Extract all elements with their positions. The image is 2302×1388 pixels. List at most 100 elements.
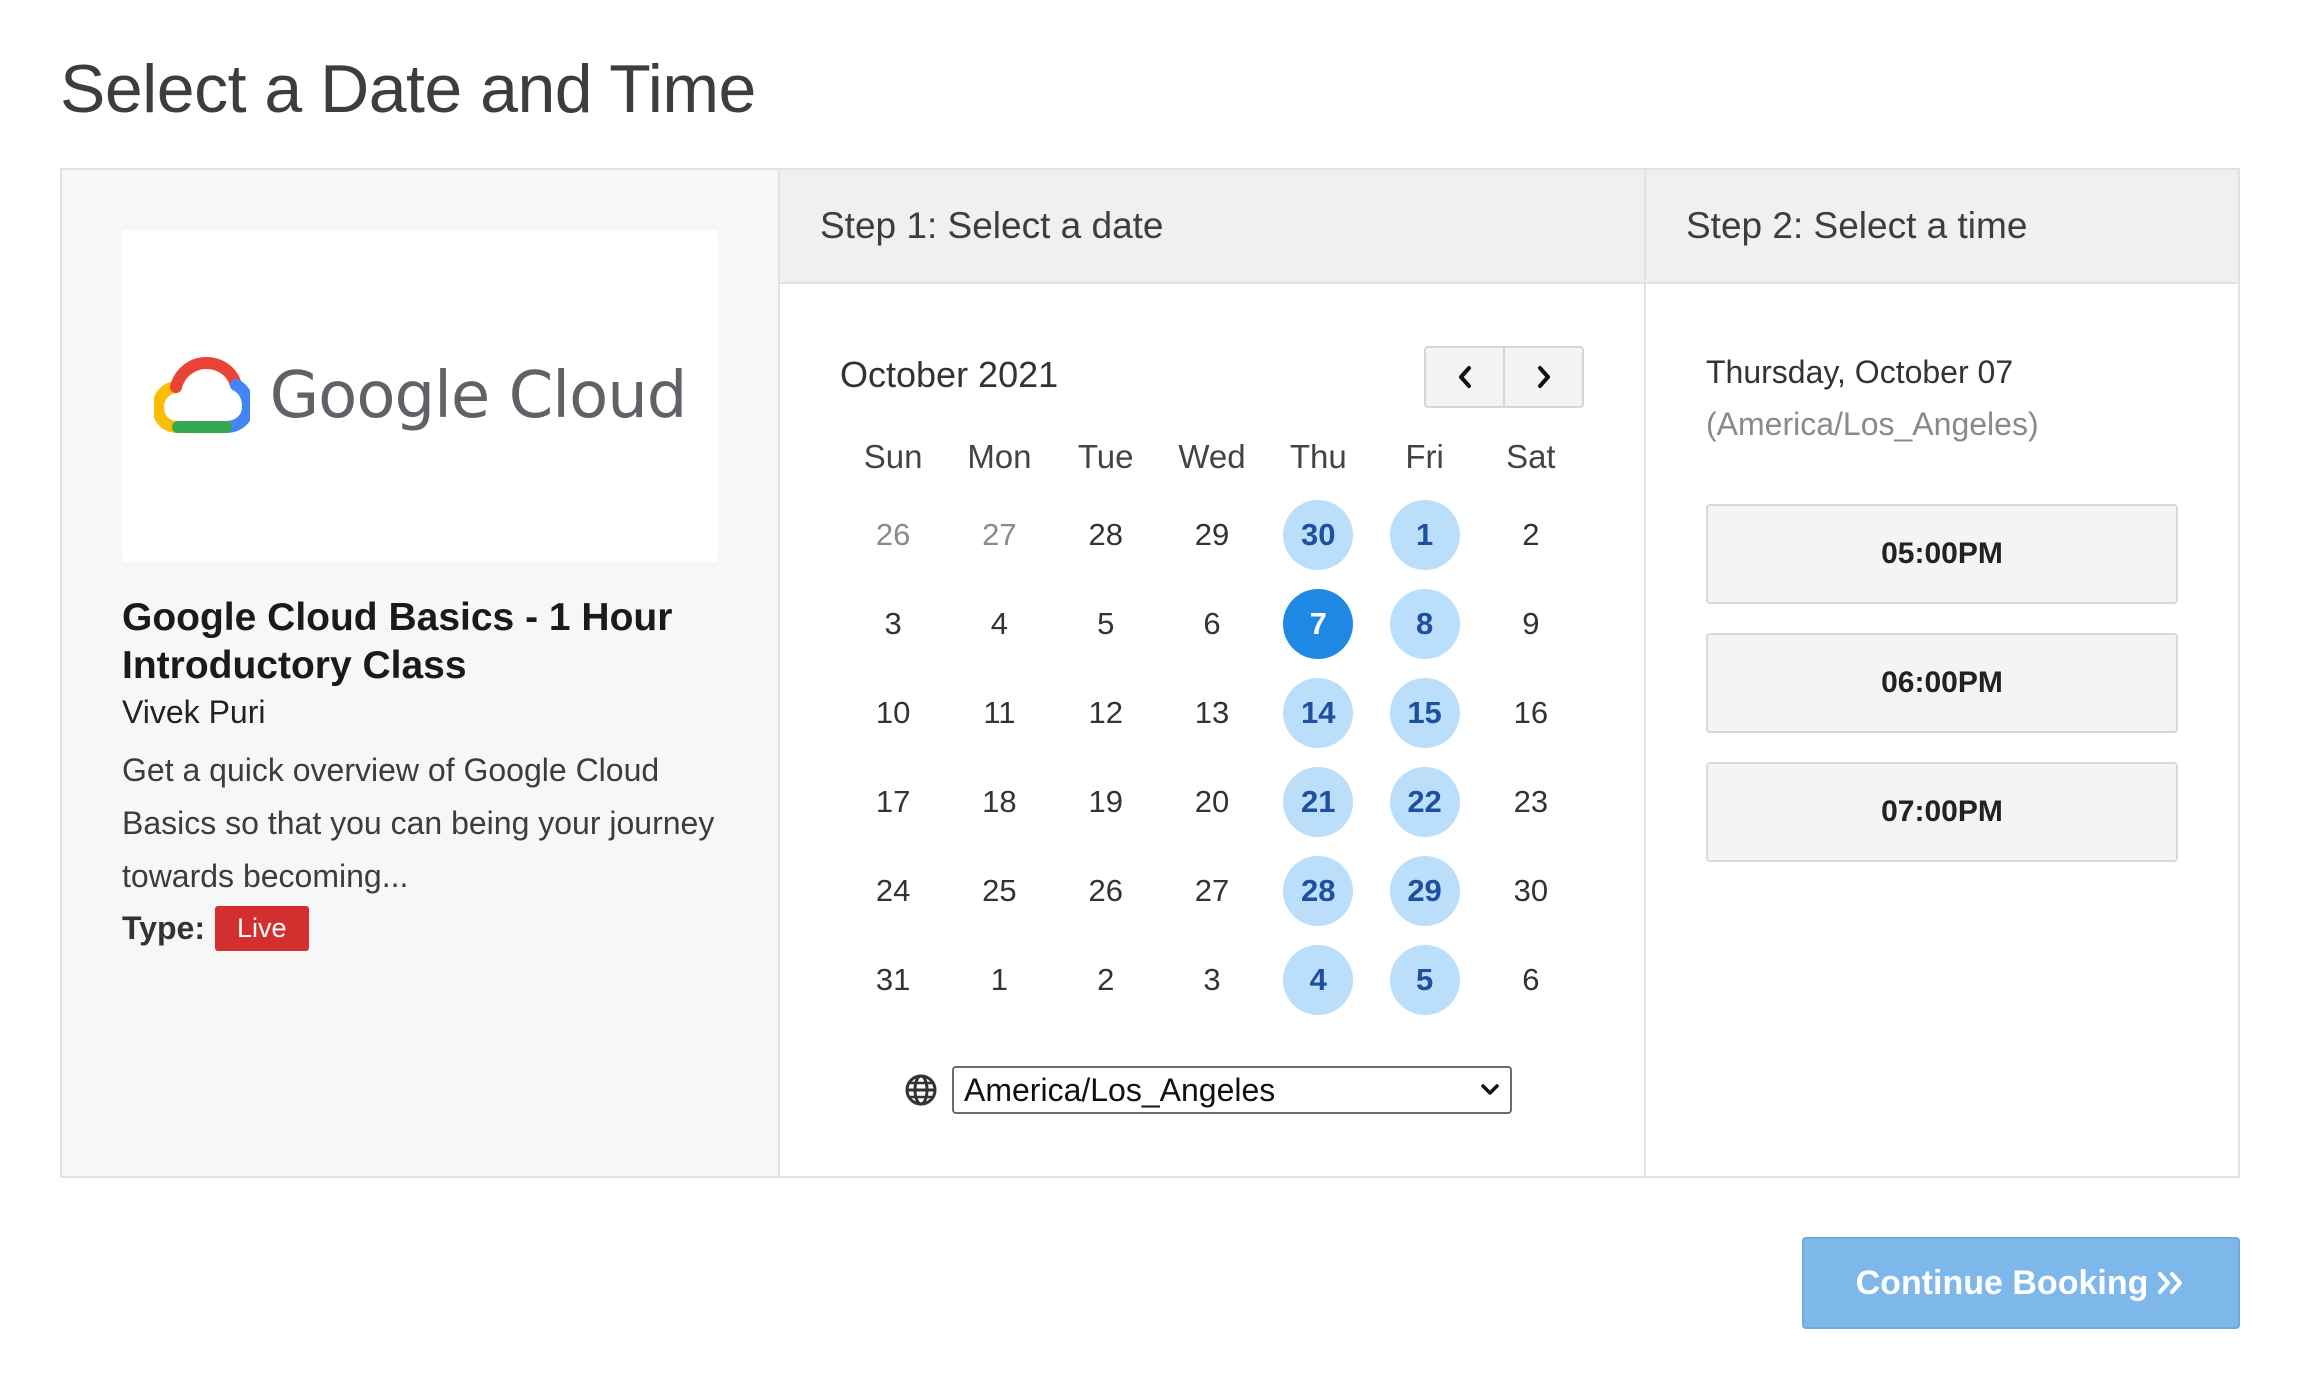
booking-panel: Google Cloud Google Cloud Basics - 1 Hou…: [60, 168, 2240, 1178]
calendar-day-number: 30: [1513, 872, 1549, 908]
calendar-grid: Sun Mon Tue Wed Thu Fri Sat 26 27 28 29 30 1 2 3 4 5 6 7 8 9…: [840, 424, 1584, 1024]
calendar-day-number: 24: [875, 872, 911, 908]
prev-month-button[interactable]: [1426, 348, 1503, 406]
calendar-day-number: 4: [990, 605, 1009, 641]
calendar-day-available[interactable]: 1: [1371, 490, 1477, 579]
calendar-nav: [1424, 346, 1584, 408]
calendar-day-number: 7: [1283, 588, 1354, 659]
calendar-day: 23: [1478, 757, 1584, 846]
calendar-day: 11: [946, 668, 1052, 757]
calendar-day-number: 27: [1194, 872, 1230, 908]
continue-booking-label: Continue Booking: [1855, 1263, 2149, 1302]
calendar-day: 18: [946, 757, 1052, 846]
calendar-day: 17: [840, 757, 946, 846]
weekday-header: Sun: [863, 438, 923, 475]
calendar-day-available[interactable]: 8: [1371, 579, 1477, 668]
timezone-select[interactable]: America/Los_Angeles: [952, 1066, 1512, 1114]
calendar-day-available[interactable]: 22: [1371, 757, 1477, 846]
calendar-day: 13: [1159, 668, 1265, 757]
calendar-day: 9: [1478, 579, 1584, 668]
time-slot-button[interactable]: 07:00PM: [1706, 762, 2178, 862]
calendar-day-outside-month: 27: [946, 490, 1052, 579]
calendar-day-number: 5: [1389, 944, 1460, 1015]
event-info-panel: Google Cloud Google Cloud Basics - 1 Hou…: [62, 170, 780, 1176]
calendar-day-number: 25: [982, 872, 1017, 908]
calendar-day: 6: [1159, 579, 1265, 668]
calendar-day-available[interactable]: 30: [1265, 490, 1371, 579]
chevron-right-icon: [1537, 366, 1550, 388]
calendar-day: 4: [946, 579, 1052, 668]
calendar-day-available[interactable]: 4: [1265, 935, 1371, 1024]
calendar-day: 20: [1159, 757, 1265, 846]
calendar-day-number: 10: [875, 694, 911, 730]
weekday-header: Sat: [1506, 438, 1556, 475]
time-step-panel: Step 2: Select a time Thursday, October …: [1646, 170, 2238, 1176]
calendar-month-label: October 2021: [840, 354, 1059, 395]
calendar-day-number: 2: [1522, 516, 1540, 552]
calendar-day: 5: [1053, 579, 1159, 668]
calendar-day-number: 30: [1283, 499, 1354, 570]
selected-date-label: Thursday, October 07: [1706, 354, 2014, 390]
calendar-day-number: 12: [1088, 694, 1123, 730]
date-step-heading: Step 1: Select a date: [780, 170, 1644, 284]
calendar-day: 1: [946, 935, 1052, 1024]
calendar-day: 2: [1478, 490, 1584, 579]
selected-timezone-label: (America/Los_Angeles): [1706, 406, 2039, 442]
weekday-header: Tue: [1077, 438, 1134, 475]
calendar-day-number: 29: [1194, 516, 1230, 552]
calendar-day-number: 9: [1522, 605, 1540, 641]
event-type-label: Type:: [122, 910, 205, 946]
double-chevron-right-icon: [2158, 1272, 2183, 1294]
calendar-day-number: 5: [1097, 605, 1115, 641]
calendar-day-number: 17: [875, 783, 911, 819]
calendar-day: 16: [1478, 668, 1584, 757]
calendar-day-number: 8: [1389, 588, 1460, 659]
calendar-day: 10: [840, 668, 946, 757]
calendar-day-outside-month: 26: [840, 490, 946, 579]
calendar-day-selected[interactable]: 7: [1265, 579, 1371, 668]
calendar-day-number: 1: [990, 961, 1009, 997]
calendar-day-number: 21: [1283, 766, 1354, 837]
calendar-day-number: 14: [1283, 677, 1354, 748]
calendar-day: 28: [1053, 490, 1159, 579]
continue-booking-button[interactable]: Continue Booking: [1802, 1237, 2240, 1329]
calendar-day-number: 18: [982, 783, 1017, 819]
calendar-day-number: 1: [1389, 499, 1460, 570]
calendar-day: 24: [840, 846, 946, 935]
calendar-day: 30: [1478, 846, 1584, 935]
event-type-row: Type: Live: [122, 906, 309, 951]
calendar-day-number: 3: [884, 605, 902, 641]
event-type-badge: Live: [214, 906, 309, 951]
time-slot-button[interactable]: 05:00PM: [1706, 504, 2178, 604]
calendar-day-available[interactable]: 29: [1371, 846, 1477, 935]
calendar-day: 6: [1478, 935, 1584, 1024]
calendar-day: 27: [1159, 846, 1265, 935]
calendar-day-number: 6: [1522, 961, 1540, 997]
calendar-day-available[interactable]: 14: [1265, 668, 1371, 757]
chevron-down-icon: [1481, 1084, 1499, 1095]
google-cloud-logo: Google Cloud: [153, 357, 687, 435]
calendar-day-number: 26: [875, 516, 911, 552]
calendar-day-available[interactable]: 15: [1371, 668, 1477, 757]
calendar-day-number: 16: [1513, 694, 1549, 730]
calendar-day-number: 20: [1194, 783, 1230, 819]
calendar-day-number: 31: [875, 961, 911, 997]
calendar-day: 25: [946, 846, 1052, 935]
calendar-day: 3: [840, 579, 946, 668]
calendar-day-number: 6: [1203, 605, 1221, 641]
time-slot-button[interactable]: 06:00PM: [1706, 633, 2178, 733]
calendar-day-available[interactable]: 5: [1371, 935, 1477, 1024]
calendar-day: 3: [1159, 935, 1265, 1024]
calendar-day-number: 27: [982, 516, 1017, 552]
calendar-day-available[interactable]: 28: [1265, 846, 1371, 935]
calendar-day: 12: [1053, 668, 1159, 757]
next-month-button[interactable]: [1503, 348, 1582, 406]
calendar-day: 31: [840, 935, 946, 1024]
calendar-day: 26: [1053, 846, 1159, 935]
calendar-day-number: 19: [1088, 783, 1123, 819]
timezone-row: America/Los_Angeles: [904, 1066, 1512, 1114]
calendar-day-number: 3: [1203, 961, 1221, 997]
event-title: Google Cloud Basics - 1 Hour Introductor…: [122, 596, 673, 687]
weekday-header: Mon: [967, 438, 1032, 475]
calendar-day-available[interactable]: 21: [1265, 757, 1371, 846]
